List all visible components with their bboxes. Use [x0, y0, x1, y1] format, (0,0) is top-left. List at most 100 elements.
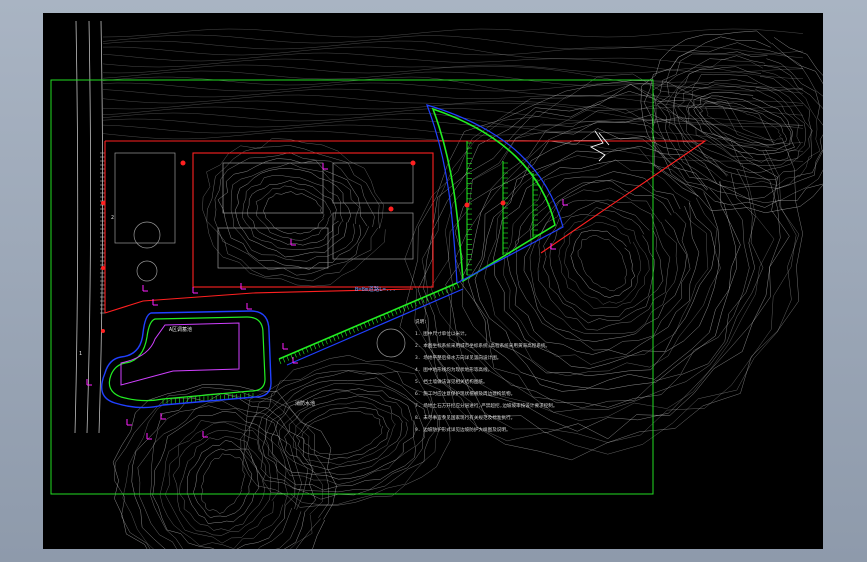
hatch-tick: [309, 345, 313, 351]
road-label: B=8m道路L=...: [355, 285, 396, 293]
hatch-tick: [298, 350, 301, 356]
contour-line: [102, 88, 804, 109]
contour-line: [152, 411, 296, 549]
contour-line: [296, 407, 390, 460]
contour-line: [301, 410, 383, 456]
contour-line: [445, 114, 756, 408]
hatch-tick: [394, 309, 398, 315]
hatch-tick: [387, 312, 390, 318]
contour-line: [164, 421, 279, 544]
hatch-tick: [321, 340, 324, 346]
hatch-tick: [336, 334, 340, 340]
contour-line: [200, 453, 246, 514]
contour-line: [421, 84, 797, 443]
contour-line: [172, 429, 272, 536]
contour-line: [186, 440, 260, 524]
contour-line: [150, 405, 302, 549]
hatch-tick: [359, 324, 363, 330]
triangle-grid-lines: [466, 141, 534, 275]
elevation-marker: [86, 379, 92, 386]
hatch-tick: [429, 294, 433, 300]
hatch-tick: [305, 347, 309, 353]
hatch-tick: [383, 314, 386, 320]
contour-line: [570, 229, 636, 298]
hatch-tick: [418, 299, 421, 305]
small-tag-2: 2: [111, 215, 114, 221]
hatch-tick: [294, 352, 297, 358]
contour-line: [257, 370, 433, 493]
contour-line: [507, 171, 700, 356]
note-line: 1. 图中尺寸单位以米计。: [415, 330, 469, 337]
hatch-tick: [371, 319, 375, 325]
elevation-marker: [282, 343, 288, 350]
hatch-tick: [313, 344, 317, 350]
contour-line: [217, 158, 368, 270]
hatch-tick: [278, 358, 282, 365]
hatch-tick: [410, 302, 413, 308]
note-line: 7. 场地土石方开挖应分层进行,严禁超挖,边坡坡率按设计要求控制。: [415, 402, 557, 409]
contour-line: [102, 76, 804, 116]
hatch-tick: [456, 282, 460, 289]
note-line: 6. 施工时应注意保护现状植被及周边建构筑物。: [415, 390, 515, 397]
site-boundary: [104, 140, 707, 314]
contour-line: [493, 160, 716, 369]
contour-line: [537, 199, 671, 331]
hatch-tick: [437, 291, 440, 297]
note-line: 3. 场地平整后排水方向详见竖向设计图。: [415, 354, 501, 361]
hatch-tick: [325, 339, 328, 345]
pond-enclosure: [101, 310, 272, 409]
contour-line: [102, 82, 804, 92]
note-line: 9. 边坡防护形式详见边坡防护大样图及说明。: [415, 426, 511, 433]
contour-line: [558, 215, 650, 309]
contour-line: [193, 448, 253, 518]
elevation-marker: [322, 163, 328, 170]
contour-line: [102, 40, 804, 79]
contour-line: [549, 207, 655, 318]
hatch-tick: [317, 342, 320, 348]
note-line: 4. 图中地形线均为现状地形等高线。: [415, 366, 492, 373]
hatch-tick: [390, 310, 394, 317]
hatch-tick: [329, 337, 332, 343]
hatch-tick: [452, 284, 456, 290]
contour-line: [102, 34, 804, 59]
cad-drawing-viewport[interactable]: B=8m道路L=... A区调蓄池 消防水池 1 2 说明: 1. 图中尺寸单位…: [43, 13, 823, 549]
hatch-tick: [352, 327, 355, 333]
hatch-tick: [286, 355, 290, 361]
contour-line: [102, 70, 804, 94]
lower-area-label: 消防水池: [295, 400, 315, 407]
hatch-tick: [290, 353, 293, 360]
contour-line: [503, 159, 709, 365]
elevation-marker: [192, 287, 198, 294]
hatch-tick: [332, 335, 336, 341]
small-tag-1: 1: [79, 351, 82, 357]
note-line: 8. 未尽事宜参见国家现行有关规范及标准执行。: [415, 414, 515, 421]
elevation-marker: [146, 433, 152, 440]
elevation-marker: [160, 413, 166, 420]
elevation-marker: [246, 303, 252, 310]
contour-line: [564, 221, 641, 305]
hatch-tick: [375, 317, 379, 323]
note-line: 2. 本图坐标系统采用城市坐标系统,高程系统采用黄海高程系统。: [415, 342, 550, 349]
elevation-marker: [126, 419, 132, 426]
hatch-tick: [367, 320, 371, 327]
contour-line: [484, 147, 721, 377]
elevation-marker: [240, 283, 246, 290]
hatch-tick: [441, 289, 444, 295]
contour-line: [699, 100, 787, 146]
hatch-tick: [402, 306, 406, 312]
road-edge-lines: [74, 20, 104, 434]
hatch-tick: [363, 322, 367, 328]
note-line: 5. 挡土墙做法详见相关结构图纸。: [415, 378, 488, 385]
contour-line: [102, 52, 804, 73]
contour-line: [404, 73, 800, 455]
hatch-tick: [448, 286, 452, 292]
contour-line: [102, 28, 804, 38]
hatch-tick: [344, 330, 348, 337]
hatch-tick: [282, 357, 286, 363]
north-arrow-icon: [589, 130, 610, 162]
contour-line: [672, 66, 812, 180]
hatch-tick: [340, 332, 344, 338]
elevation-marker: [142, 285, 148, 292]
contour-line: [430, 104, 775, 421]
contour-line: [214, 152, 375, 276]
